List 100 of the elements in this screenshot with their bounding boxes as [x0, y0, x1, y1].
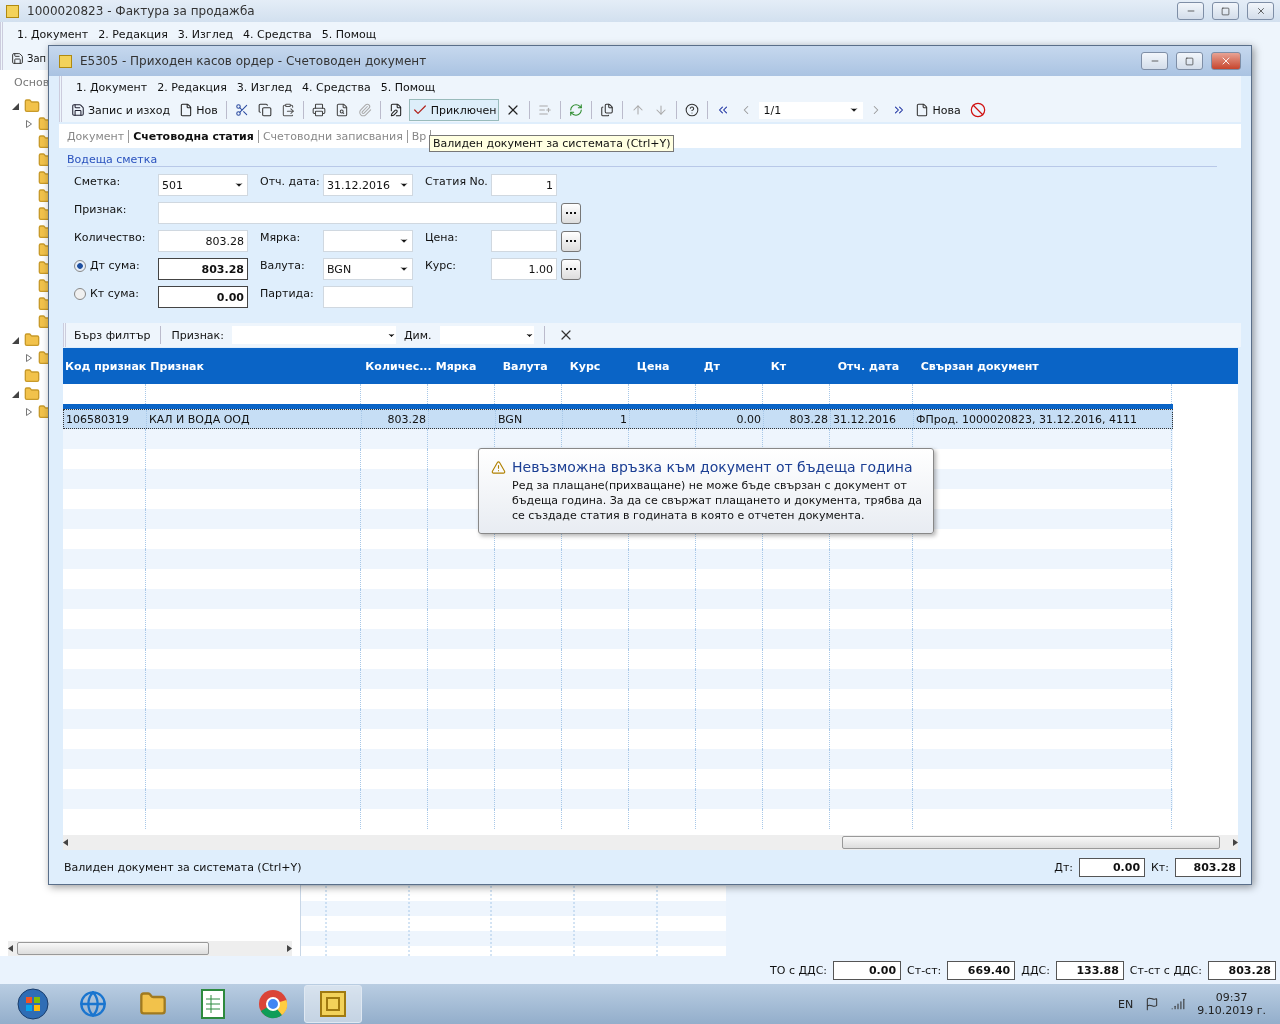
- input-field[interactable]: 803.28: [158, 230, 248, 252]
- minimize-button[interactable]: [1141, 52, 1168, 70]
- input-field[interactable]: [491, 230, 557, 252]
- radio-option[interactable]: Кт сума:: [74, 283, 158, 300]
- toolbar-label[interactable]: Зап: [27, 52, 47, 64]
- new-button[interactable]: Нов: [176, 99, 221, 121]
- radio-option[interactable]: Дт сума:: [74, 255, 158, 272]
- dropdown-field[interactable]: BGN: [323, 258, 413, 280]
- restore-icon: [1185, 56, 1194, 66]
- input-field[interactable]: [158, 202, 557, 224]
- document-pen-icon: [388, 103, 403, 117]
- folder-icon[interactable]: [24, 332, 40, 348]
- ellipsis-icon: [566, 211, 576, 215]
- language-indicator[interactable]: EN: [1118, 997, 1134, 1011]
- scroll-right-icon[interactable]: [1233, 839, 1238, 846]
- dropdown-field[interactable]: 501: [158, 174, 248, 196]
- close-button[interactable]: [1247, 2, 1274, 20]
- column-header[interactable]: Код признак: [63, 348, 149, 384]
- field-label: Цена:: [425, 230, 459, 244]
- column-header[interactable]: Кт: [768, 348, 836, 384]
- globe-icon: [79, 990, 107, 1018]
- column-header[interactable]: Отч. дата: [835, 348, 919, 384]
- menu-item[interactable]: 2. Редакция: [157, 80, 227, 94]
- dropdown-field[interactable]: [439, 326, 534, 344]
- input-field[interactable]: 803.28: [158, 258, 248, 280]
- browse-button[interactable]: [561, 230, 581, 252]
- caret-icon: [399, 264, 409, 274]
- radio-button[interactable]: [74, 287, 86, 300]
- close-icon: [1220, 55, 1232, 67]
- window-title: E5305 - Приходен касов ордер - Счетоводен документ: [80, 54, 428, 68]
- expanded-icon[interactable]: [11, 336, 19, 344]
- collapsed-icon[interactable]: [26, 120, 32, 128]
- restore-button[interactable]: [1212, 2, 1239, 20]
- column-header[interactable]: Валута: [500, 348, 568, 384]
- column-header[interactable]: Количес...: [363, 348, 434, 384]
- total-label: Ст-ст с ДДС:: [1129, 963, 1202, 977]
- toggle-button[interactable]: Приключен: [408, 99, 500, 121]
- save-icon: [11, 51, 24, 65]
- save-exit-button[interactable]: Запис и изход: [68, 99, 174, 121]
- prohibited-icon: [969, 102, 986, 118]
- table-cell: ФПрод. 1000020823, 31.12.2016, 4111: [916, 412, 1137, 426]
- menu-item[interactable]: 4. Средства: [243, 27, 312, 41]
- caret-icon: [234, 180, 244, 190]
- collapsed-icon[interactable]: [26, 408, 32, 416]
- expanded-icon[interactable]: [11, 390, 19, 398]
- app-icon: [6, 4, 19, 18]
- document-icon: [915, 103, 930, 117]
- expanded-icon[interactable]: [11, 102, 19, 110]
- column-header[interactable]: Мярка: [433, 348, 501, 384]
- column-header[interactable]: Признак: [148, 348, 364, 384]
- tab[interactable]: Документ: [63, 129, 130, 143]
- folder-icon[interactable]: [24, 368, 40, 384]
- menu-item[interactable]: 3. Изглед: [236, 80, 293, 94]
- column-header[interactable]: Курс: [567, 348, 635, 384]
- table-row[interactable]: 106580319 КАЛ И ВОДА ООД 803.28 BGN 1 0.00 803.28 31.12.2016 ФПрод. 1000020823, 31.12.2016, 4111: [63, 409, 1173, 429]
- column-header[interactable]: Дт: [701, 348, 769, 384]
- collapsed-icon[interactable]: [26, 354, 32, 362]
- browse-button[interactable]: [561, 258, 581, 280]
- horizontal-scrollbar[interactable]: [63, 835, 1238, 850]
- dropdown-field[interactable]: 31.12.2016: [323, 174, 413, 196]
- new-record-button[interactable]: Нова: [912, 99, 964, 121]
- column-header[interactable]: Свързан документ: [918, 348, 1178, 384]
- document-icon: [179, 103, 194, 117]
- dropdown-field[interactable]: [323, 230, 413, 252]
- field-label: Мярка:: [260, 230, 302, 244]
- menu-item[interactable]: 5. Помощ: [321, 27, 377, 41]
- filter-title: Бърз филтър: [74, 328, 151, 342]
- window-title: 1000020823 - Фактура за продажба: [27, 4, 256, 18]
- radio-button[interactable]: [74, 259, 86, 272]
- start-orb-icon: [17, 988, 49, 1020]
- column-header[interactable]: Цена: [634, 348, 702, 384]
- horizontal-scrollbar[interactable]: [8, 941, 292, 956]
- menu-item[interactable]: 4. Средства: [302, 80, 371, 94]
- menu-item[interactable]: 1. Документ: [17, 27, 89, 41]
- scroll-right-icon[interactable]: [287, 945, 292, 952]
- minimize-button[interactable]: [1177, 2, 1204, 20]
- input-field[interactable]: 1: [491, 174, 557, 196]
- input-field[interactable]: [323, 286, 413, 308]
- folder-icon[interactable]: [24, 386, 40, 402]
- restore-button[interactable]: [1176, 52, 1203, 70]
- menu-item[interactable]: 2. Редакция: [98, 27, 168, 41]
- clock[interactable]: 09:37 9.10.2019 г.: [1197, 991, 1266, 1017]
- input-field[interactable]: 1.00: [491, 258, 557, 280]
- input-field[interactable]: 0.00: [158, 286, 248, 308]
- record-dropdown[interactable]: 1/1: [759, 101, 864, 119]
- chrome-icon: [258, 989, 288, 1019]
- total-label: Кт:: [1151, 860, 1169, 874]
- close-button[interactable]: [1211, 52, 1241, 70]
- scroll-left-icon[interactable]: [63, 839, 68, 846]
- folder-icon[interactable]: [24, 98, 40, 114]
- taskbar-button[interactable]: [304, 985, 362, 1023]
- dropdown-field[interactable]: [231, 326, 396, 344]
- browse-button[interactable]: [561, 202, 581, 224]
- menu-item[interactable]: 3. Изглед: [177, 27, 234, 41]
- menu-item[interactable]: 5. Помощ: [380, 80, 436, 94]
- tab[interactable]: Счетоводни записвания: [258, 129, 408, 143]
- scroll-left-icon[interactable]: [8, 945, 13, 952]
- menu-item[interactable]: 1. Документ: [76, 80, 148, 94]
- help-icon: [685, 103, 700, 117]
- tab[interactable]: Счетоводна статия: [129, 129, 259, 143]
